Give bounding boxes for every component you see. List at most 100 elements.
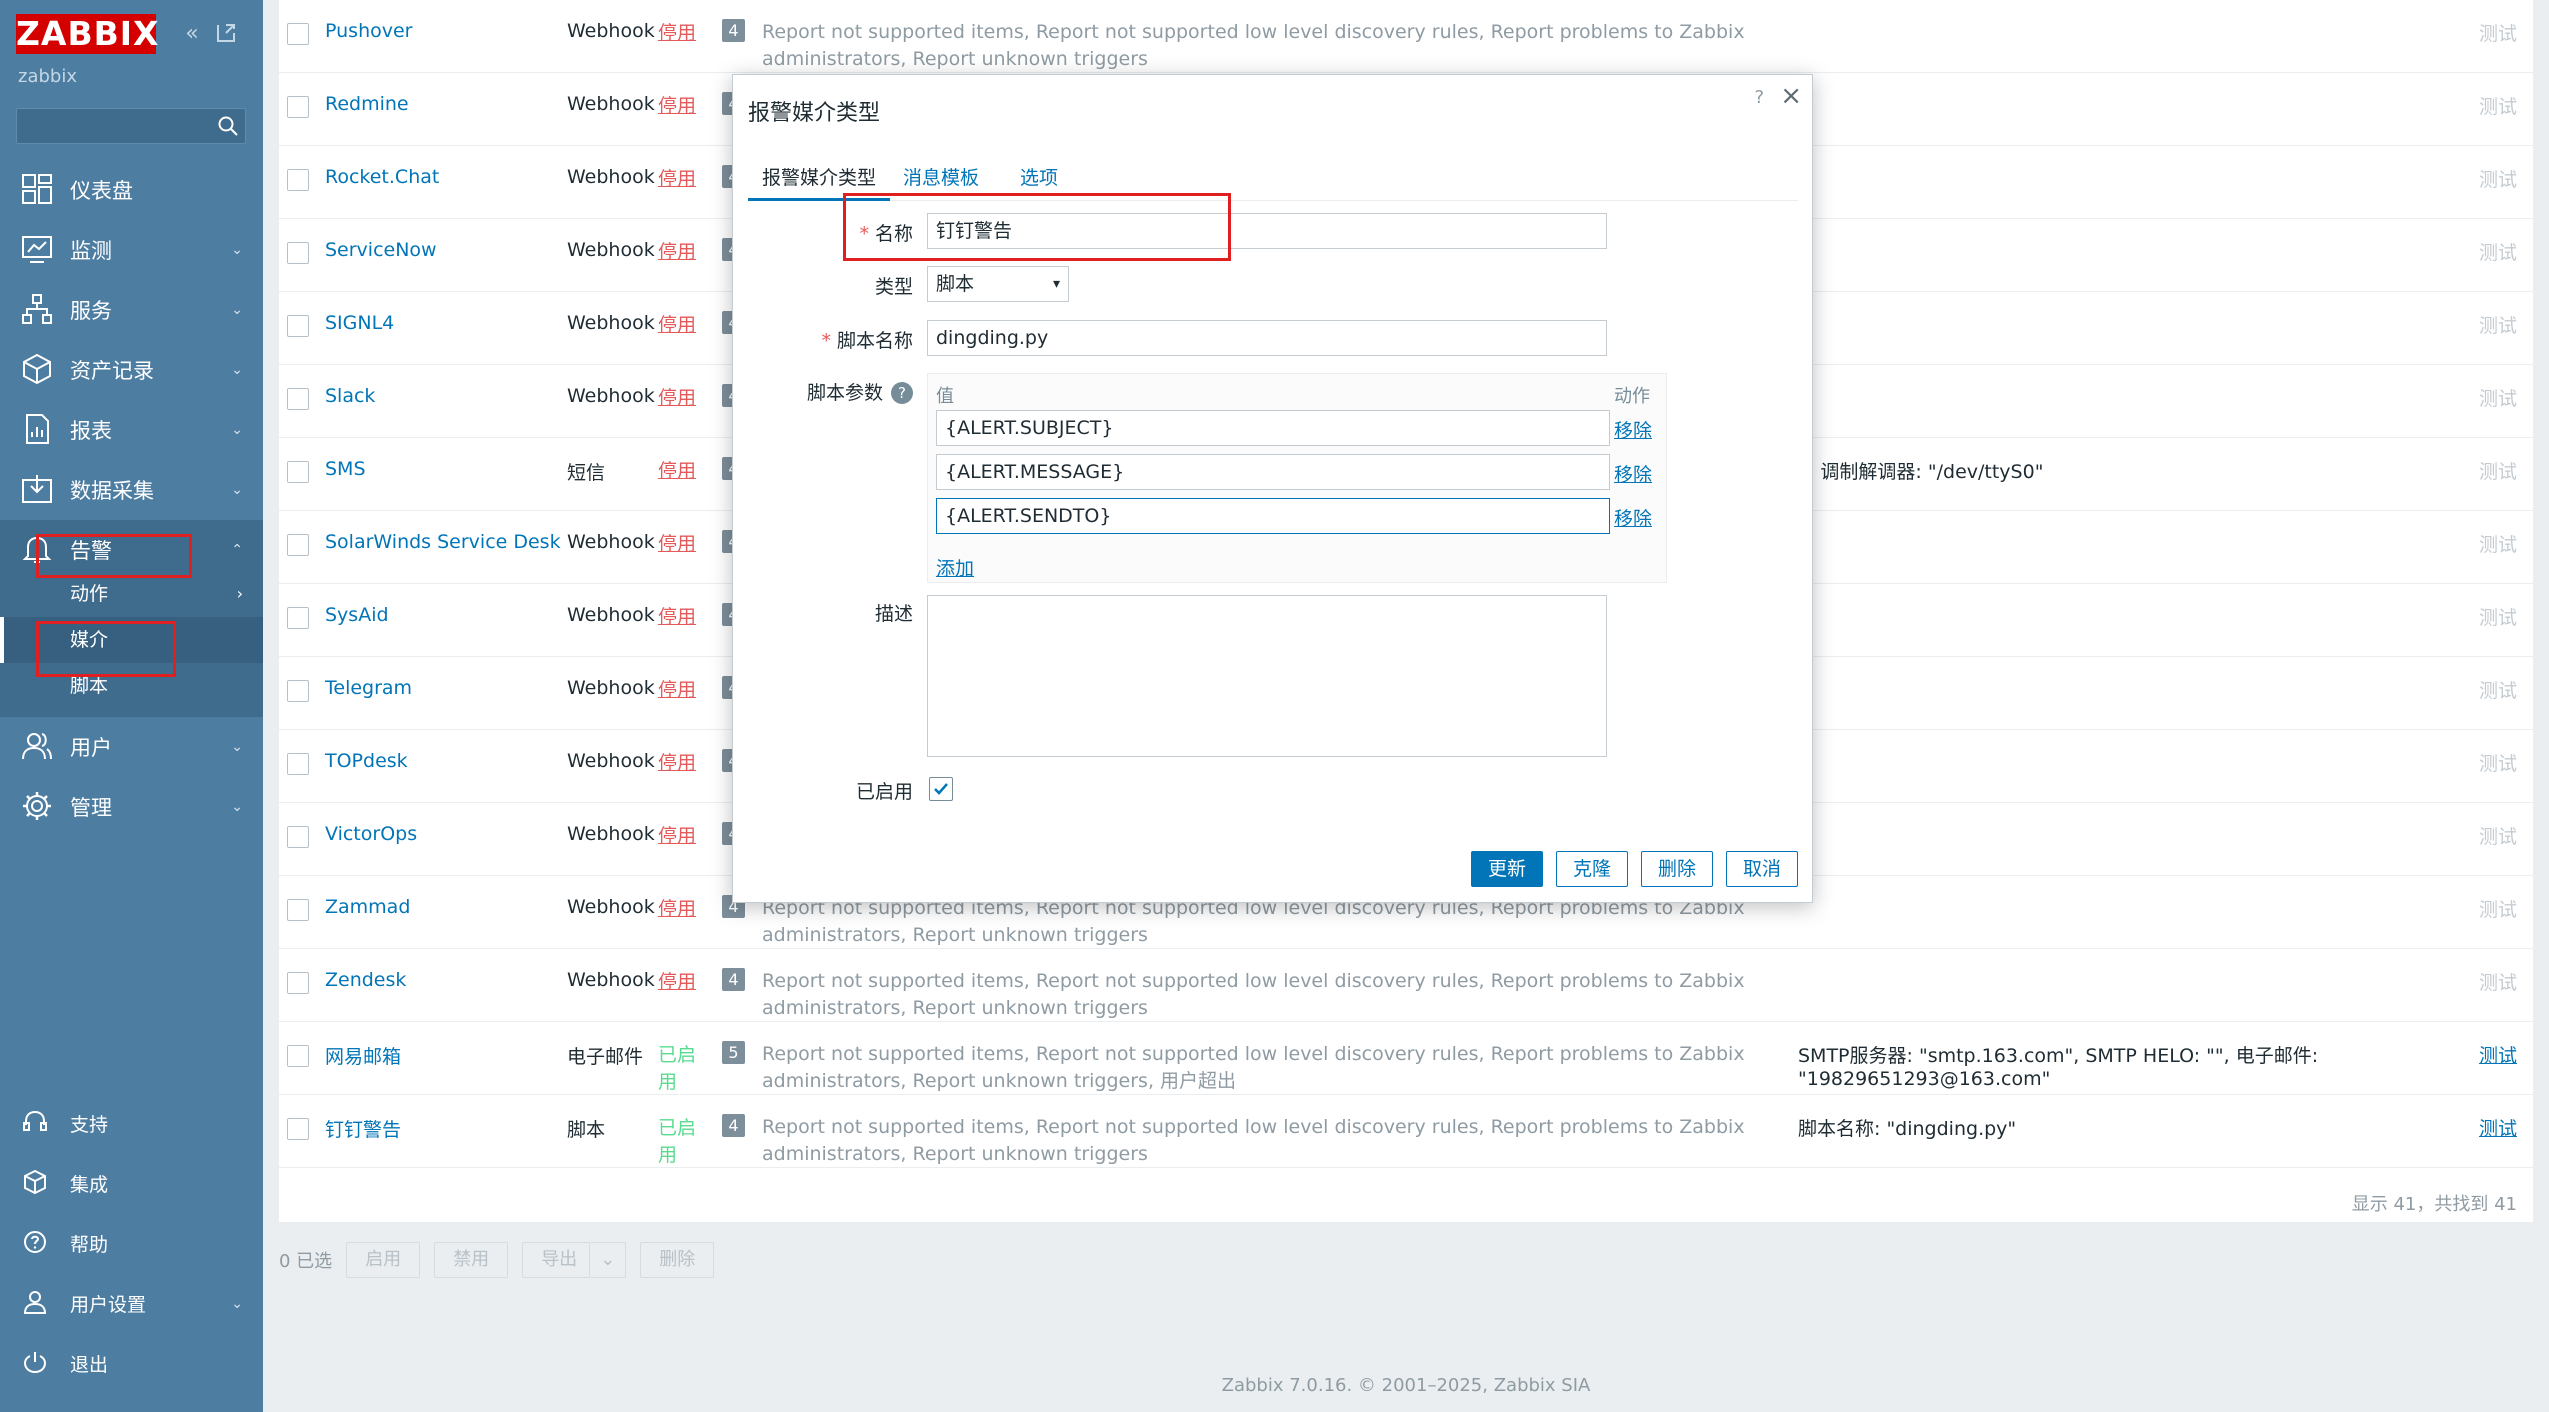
remove-param-link[interactable]: 移除: [1614, 460, 1652, 487]
remove-param-link[interactable]: 移除: [1614, 416, 1652, 443]
name-field[interactable]: 钉钉警告: [927, 213, 1607, 249]
kiosk-mode-icon[interactable]: [214, 22, 238, 46]
collapse-sidebar-icon[interactable]: «: [180, 22, 204, 46]
row-checkbox[interactable]: [287, 315, 309, 337]
row-checkbox[interactable]: [287, 826, 309, 848]
nav-support[interactable]: 支持: [0, 1095, 263, 1151]
media-type-name-link[interactable]: SysAid: [325, 604, 389, 626]
status-toggle-link[interactable]: 停用: [658, 458, 698, 485]
help-icon[interactable]: ?: [1754, 87, 1764, 108]
test-link[interactable]: 测试: [2479, 457, 2517, 484]
status-toggle-link[interactable]: 停用: [658, 604, 698, 631]
media-type-name-link[interactable]: Zendesk: [325, 969, 406, 991]
remove-param-link[interactable]: 移除: [1614, 504, 1652, 531]
row-checkbox[interactable]: [287, 972, 309, 994]
media-type-name-link[interactable]: 钉钉警告: [325, 1115, 401, 1142]
enabled-checkbox[interactable]: [929, 777, 953, 801]
description-textarea[interactable]: [927, 595, 1607, 757]
media-type-name-link[interactable]: ServiceNow: [325, 239, 437, 261]
row-checkbox[interactable]: [287, 461, 309, 483]
row-checkbox[interactable]: [287, 23, 309, 45]
media-type-name-link[interactable]: VictorOps: [325, 823, 417, 845]
nav-reports[interactable]: 报表 ⌄: [0, 400, 263, 460]
status-toggle-link[interactable]: 停用: [658, 750, 698, 777]
row-checkbox[interactable]: [287, 1118, 309, 1140]
test-link[interactable]: 测试: [2479, 92, 2517, 119]
status-toggle-link[interactable]: 停用: [658, 20, 698, 47]
test-link[interactable]: 测试: [2479, 822, 2517, 849]
param-input[interactable]: {ALERT.MESSAGE}: [936, 454, 1610, 490]
status-toggle-link[interactable]: 停用: [658, 312, 698, 339]
test-link[interactable]: 测试: [2479, 311, 2517, 338]
media-type-name-link[interactable]: Rocket.Chat: [325, 166, 439, 188]
media-type-name-link[interactable]: Pushover: [325, 20, 412, 42]
status-toggle-link[interactable]: 停用: [658, 239, 698, 266]
close-icon[interactable]: ×: [1780, 81, 1802, 111]
row-checkbox[interactable]: [287, 96, 309, 118]
status-toggle-link[interactable]: 停用: [658, 166, 698, 193]
sub-item-actions[interactable]: 动作 ›: [0, 571, 263, 617]
add-param-link[interactable]: 添加: [936, 554, 974, 581]
row-checkbox[interactable]: [287, 388, 309, 410]
nav-help[interactable]: 帮助: [0, 1215, 263, 1271]
status-toggle-link[interactable]: 已启用: [658, 1042, 698, 1096]
enable-button[interactable]: 启用: [346, 1242, 421, 1278]
status-toggle-link[interactable]: 停用: [658, 93, 698, 120]
status-toggle-link[interactable]: 停用: [658, 823, 698, 850]
test-link[interactable]: 测试: [2479, 19, 2517, 46]
row-checkbox[interactable]: [287, 169, 309, 191]
media-type-name-link[interactable]: 网易邮箱: [325, 1042, 401, 1069]
test-link[interactable]: 测试: [2479, 238, 2517, 265]
disable-button[interactable]: 禁用: [434, 1242, 509, 1278]
media-type-name-link[interactable]: Zammad: [325, 896, 410, 918]
status-toggle-link[interactable]: 停用: [658, 531, 698, 558]
row-checkbox[interactable]: [287, 1045, 309, 1067]
sub-item-scripts[interactable]: 脚本: [0, 663, 263, 709]
tab-message-templates[interactable]: 消息模板: [903, 161, 979, 201]
param-input[interactable]: {ALERT.SENDTO}: [936, 498, 1610, 534]
sidebar-search-input[interactable]: [16, 108, 246, 144]
media-type-name-link[interactable]: Telegram: [325, 677, 412, 699]
test-link[interactable]: 测试: [2479, 384, 2517, 411]
nav-users[interactable]: 用户 ⌄: [0, 717, 263, 777]
row-checkbox[interactable]: [287, 534, 309, 556]
cancel-button[interactable]: 取消: [1726, 851, 1799, 887]
media-type-name-link[interactable]: SolarWinds Service Desk: [325, 531, 561, 553]
help-question-icon[interactable]: ?: [891, 382, 913, 404]
nav-inventory[interactable]: 资产记录 ⌄: [0, 340, 263, 400]
media-type-name-link[interactable]: SIGNL4: [325, 312, 394, 334]
media-type-name-link[interactable]: TOPdesk: [325, 750, 408, 772]
row-checkbox[interactable]: [287, 680, 309, 702]
update-button[interactable]: 更新: [1471, 851, 1544, 887]
test-link[interactable]: 测试: [2479, 676, 2517, 703]
nav-user-settings[interactable]: 用户设置 ⌄: [0, 1275, 263, 1331]
nav-administration[interactable]: 管理 ⌄: [0, 777, 263, 837]
test-link[interactable]: 测试: [2479, 603, 2517, 630]
script-name-field[interactable]: dingding.py: [927, 320, 1607, 356]
nav-services[interactable]: 服务 ⌄: [0, 280, 263, 340]
row-checkbox[interactable]: [287, 899, 309, 921]
test-link[interactable]: 测试: [2479, 165, 2517, 192]
clone-button[interactable]: 克隆: [1556, 851, 1629, 887]
status-toggle-link[interactable]: 停用: [658, 969, 698, 996]
export-button[interactable]: 导出: [522, 1242, 591, 1278]
tab-media-type[interactable]: 报警媒介类型: [748, 161, 891, 201]
media-type-name-link[interactable]: Slack: [325, 385, 375, 407]
test-link[interactable]: 测试: [2479, 530, 2517, 557]
row-checkbox[interactable]: [287, 242, 309, 264]
sub-item-media[interactable]: 媒介: [0, 617, 263, 663]
test-link[interactable]: 测试: [2479, 1041, 2517, 1068]
param-input[interactable]: {ALERT.SUBJECT}: [936, 410, 1610, 446]
status-toggle-link[interactable]: 已启用: [658, 1115, 698, 1169]
search-icon[interactable]: [217, 115, 239, 137]
delete-button[interactable]: 删除: [640, 1242, 715, 1278]
row-checkbox[interactable]: [287, 607, 309, 629]
media-type-name-link[interactable]: SMS: [325, 458, 366, 480]
nav-integrations[interactable]: 集成: [0, 1155, 263, 1211]
media-type-name-link[interactable]: Redmine: [325, 93, 409, 115]
nav-sign-out[interactable]: 退出: [0, 1335, 263, 1391]
export-dropdown-chevron-icon[interactable]: ⌄: [590, 1242, 627, 1278]
test-link[interactable]: 测试: [2479, 1114, 2517, 1141]
test-link[interactable]: 测试: [2479, 895, 2517, 922]
status-toggle-link[interactable]: 停用: [658, 385, 698, 412]
